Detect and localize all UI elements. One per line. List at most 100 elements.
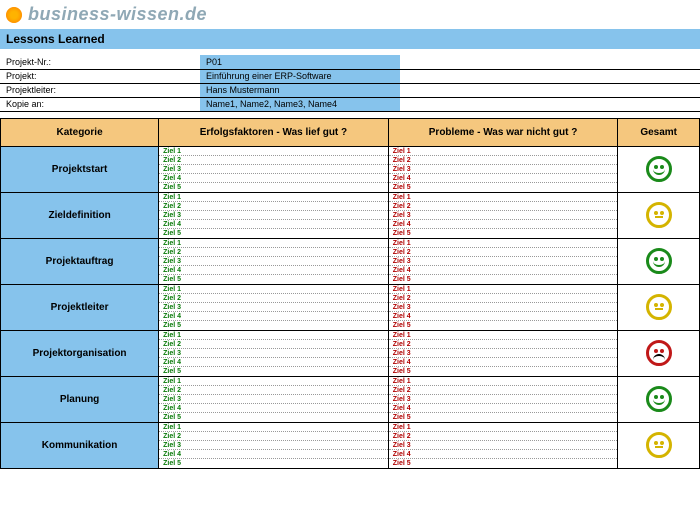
erfolg-cell: Ziel 1Ziel 2Ziel 3Ziel 4Ziel 5 bbox=[159, 422, 389, 468]
ziel-item: Ziel 5 bbox=[159, 321, 388, 330]
gesamt-cell bbox=[618, 146, 700, 192]
erfolg-cell: Ziel 1Ziel 2Ziel 3Ziel 4Ziel 5 bbox=[159, 192, 389, 238]
ziel-item: Ziel 1 bbox=[159, 147, 388, 156]
ziel-item: Ziel 5 bbox=[159, 413, 388, 422]
meta-blank bbox=[400, 55, 700, 69]
ziel-item: Ziel 3 bbox=[389, 257, 618, 266]
ziel-item: Ziel 5 bbox=[389, 413, 618, 422]
ziel-item: Ziel 2 bbox=[389, 386, 618, 395]
ziel-item: Ziel 2 bbox=[159, 202, 388, 211]
probleme-cell: Ziel 1Ziel 2Ziel 3Ziel 4Ziel 5 bbox=[388, 146, 618, 192]
ziel-item: Ziel 5 bbox=[159, 459, 388, 468]
smiley-neutral-icon bbox=[646, 202, 672, 228]
meta-value: Hans Mustermann bbox=[200, 83, 400, 97]
ziel-item: Ziel 4 bbox=[389, 358, 618, 367]
smiley-happy-icon bbox=[646, 248, 672, 274]
meta-blank bbox=[400, 83, 700, 97]
probleme-cell: Ziel 1Ziel 2Ziel 3Ziel 4Ziel 5 bbox=[388, 330, 618, 376]
ziel-item: Ziel 3 bbox=[159, 211, 388, 220]
logo-icon bbox=[6, 7, 22, 23]
ziel-item: Ziel 1 bbox=[159, 331, 388, 340]
ziel-item: Ziel 3 bbox=[389, 303, 618, 312]
col-probleme: Probleme - Was war nicht gut ? bbox=[388, 118, 618, 146]
kategorie-cell: Projektorganisation bbox=[1, 330, 159, 376]
ziel-item: Ziel 4 bbox=[389, 266, 618, 275]
probleme-cell: Ziel 1Ziel 2Ziel 3Ziel 4Ziel 5 bbox=[388, 192, 618, 238]
gesamt-cell bbox=[618, 376, 700, 422]
ziel-item: Ziel 1 bbox=[389, 331, 618, 340]
table-row: KommunikationZiel 1Ziel 2Ziel 3Ziel 4Zie… bbox=[1, 422, 700, 468]
erfolg-cell: Ziel 1Ziel 2Ziel 3Ziel 4Ziel 5 bbox=[159, 238, 389, 284]
ziel-item: Ziel 1 bbox=[389, 285, 618, 294]
ziel-item: Ziel 2 bbox=[159, 432, 388, 441]
ziel-item: Ziel 4 bbox=[389, 312, 618, 321]
col-gesamt: Gesamt bbox=[618, 118, 700, 146]
ziel-item: Ziel 5 bbox=[389, 321, 618, 330]
table-row: ProjektauftragZiel 1Ziel 2Ziel 3Ziel 4Zi… bbox=[1, 238, 700, 284]
ziel-item: Ziel 5 bbox=[159, 275, 388, 284]
meta-label: Projektleiter: bbox=[0, 83, 200, 97]
ziel-item: Ziel 2 bbox=[159, 340, 388, 349]
col-kategorie: Kategorie bbox=[1, 118, 159, 146]
kategorie-cell: Projektauftrag bbox=[1, 238, 159, 284]
meta-label: Kopie an: bbox=[0, 97, 200, 111]
ziel-item: Ziel 1 bbox=[389, 239, 618, 248]
ziel-item: Ziel 3 bbox=[159, 303, 388, 312]
ziel-item: Ziel 5 bbox=[389, 367, 618, 376]
kategorie-cell: Planung bbox=[1, 376, 159, 422]
meta-row: Projekt-Nr.:P01 bbox=[0, 55, 700, 69]
ziel-item: Ziel 5 bbox=[159, 183, 388, 192]
ziel-item: Ziel 1 bbox=[159, 377, 388, 386]
probleme-cell: Ziel 1Ziel 2Ziel 3Ziel 4Ziel 5 bbox=[388, 376, 618, 422]
ziel-item: Ziel 2 bbox=[159, 294, 388, 303]
ziel-item: Ziel 3 bbox=[159, 395, 388, 404]
meta-row: Kopie an:Name1, Name2, Name3, Name4 bbox=[0, 97, 700, 111]
ziel-item: Ziel 1 bbox=[389, 423, 618, 432]
ziel-item: Ziel 4 bbox=[159, 174, 388, 183]
meta-row: Projektleiter:Hans Mustermann bbox=[0, 83, 700, 97]
kategorie-cell: Zieldefinition bbox=[1, 192, 159, 238]
meta-blank bbox=[400, 69, 700, 83]
erfolg-cell: Ziel 1Ziel 2Ziel 3Ziel 4Ziel 5 bbox=[159, 330, 389, 376]
meta-value: P01 bbox=[200, 55, 400, 69]
col-erfolg: Erfolgsfaktoren - Was lief gut ? bbox=[159, 118, 389, 146]
meta-value: Einführung einer ERP-Software bbox=[200, 69, 400, 83]
ziel-item: Ziel 2 bbox=[389, 340, 618, 349]
kategorie-cell: Projektstart bbox=[1, 146, 159, 192]
ziel-item: Ziel 3 bbox=[389, 395, 618, 404]
smiley-neutral-icon bbox=[646, 432, 672, 458]
ziel-item: Ziel 4 bbox=[159, 404, 388, 413]
meta-table: Projekt-Nr.:P01Projekt:Einführung einer … bbox=[0, 55, 700, 112]
ziel-item: Ziel 2 bbox=[159, 386, 388, 395]
ziel-item: Ziel 5 bbox=[389, 459, 618, 468]
ziel-item: Ziel 1 bbox=[159, 239, 388, 248]
gesamt-cell bbox=[618, 284, 700, 330]
meta-label: Projekt: bbox=[0, 69, 200, 83]
ziel-item: Ziel 4 bbox=[389, 450, 618, 459]
ziel-item: Ziel 2 bbox=[389, 248, 618, 257]
meta-label: Projekt-Nr.: bbox=[0, 55, 200, 69]
table-row: Projektstart Ziel 1Ziel 2Ziel 3Ziel 4Ziel… bbox=[1, 146, 700, 192]
kategorie-cell: Projektleiter bbox=[1, 284, 159, 330]
ziel-item: Ziel 2 bbox=[389, 432, 618, 441]
ziel-item: Ziel 1 bbox=[159, 285, 388, 294]
smiley-neutral-icon bbox=[646, 294, 672, 320]
probleme-cell: Ziel 1Ziel 2Ziel 3Ziel 4Ziel 5 bbox=[388, 284, 618, 330]
ziel-item: Ziel 4 bbox=[159, 312, 388, 321]
ziel-item: Ziel 4 bbox=[159, 450, 388, 459]
ziel-item: Ziel 2 bbox=[389, 156, 618, 165]
ziel-item: Ziel 5 bbox=[389, 229, 618, 238]
gesamt-cell bbox=[618, 422, 700, 468]
site-header: business-wissen.de bbox=[0, 0, 700, 29]
ziel-item: Ziel 2 bbox=[389, 202, 618, 211]
ziel-item: Ziel 2 bbox=[159, 248, 388, 257]
meta-row: Projekt:Einführung einer ERP-Software bbox=[0, 69, 700, 83]
probleme-cell: Ziel 1Ziel 2Ziel 3Ziel 4Ziel 5 bbox=[388, 422, 618, 468]
ziel-item: Ziel 3 bbox=[159, 257, 388, 266]
ziel-item: Ziel 4 bbox=[389, 220, 618, 229]
ziel-item: Ziel 3 bbox=[159, 349, 388, 358]
ziel-item: Ziel 2 bbox=[159, 156, 388, 165]
table-row: ZieldefinitionZiel 1Ziel 2Ziel 3Ziel 4Zi… bbox=[1, 192, 700, 238]
ziel-item: Ziel 3 bbox=[389, 211, 618, 220]
meta-blank bbox=[400, 97, 700, 111]
